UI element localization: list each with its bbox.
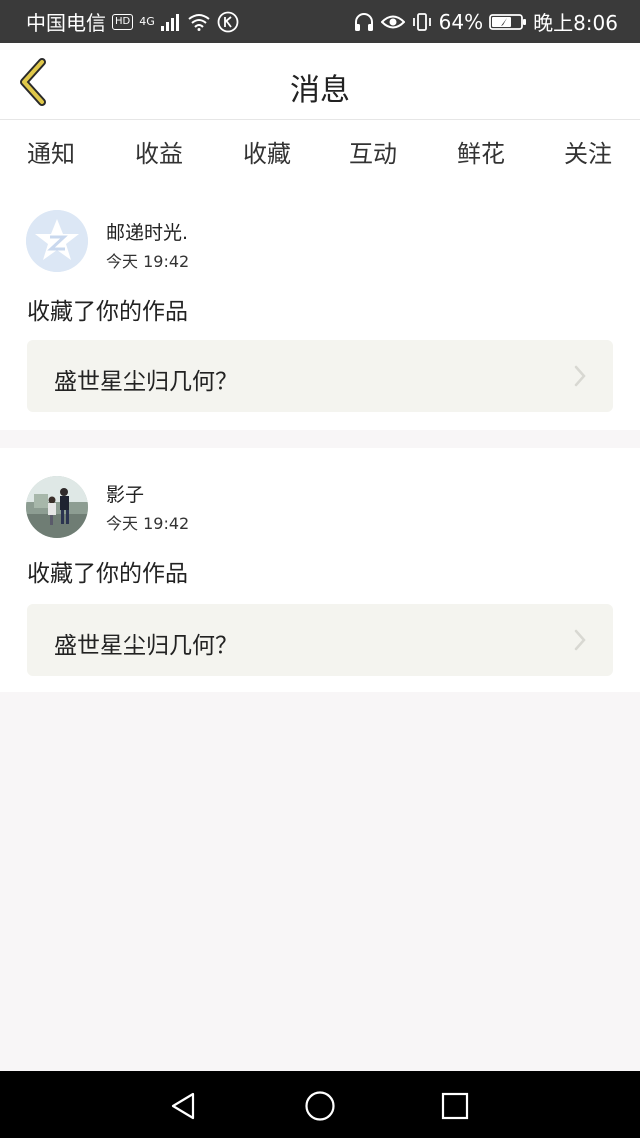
photo-avatar-icon <box>26 476 88 538</box>
chevron-right-icon <box>573 628 587 656</box>
action-text: 收藏了你的作品 <box>27 299 188 325</box>
tab-flowers[interactable]: 鲜花 <box>441 134 521 169</box>
network-type: 4G <box>139 15 155 28</box>
eye-icon <box>380 13 405 31</box>
battery-icon <box>489 13 527 31</box>
tab-interactions[interactable]: 互动 <box>333 134 413 169</box>
hd-badge: HD <box>112 13 134 30</box>
system-nav-bar <box>0 1071 640 1138</box>
timestamp: 今天 19:42 <box>106 514 190 533</box>
chevron-right-icon <box>573 364 587 392</box>
header-bar: 消息 <box>0 43 640 120</box>
timestamp: 今天 19:42 <box>106 252 190 271</box>
work-link[interactable]: 盛世星尘归几何？ <box>27 340 613 412</box>
username[interactable]: 邮递时光. <box>106 218 188 245</box>
wifi-icon <box>187 13 211 31</box>
tab-favorites[interactable]: 收藏 <box>227 134 307 190</box>
tab-favorites-label: 收藏 <box>243 140 291 168</box>
vibrate-icon <box>411 11 433 33</box>
tab-following[interactable]: 关注 <box>548 134 628 169</box>
back-triangle-icon[interactable] <box>166 1089 200 1123</box>
status-left: 中国电信 HD 4G <box>26 7 239 36</box>
message-card: 影子 今天 19:42 收藏了你的作品 盛世星尘归几何？ <box>0 448 640 692</box>
home-circle-icon[interactable] <box>303 1089 337 1123</box>
k-app-icon <box>217 11 239 33</box>
tab-notifications[interactable]: 通知 <box>11 134 91 169</box>
clock: 晚上8:06 <box>533 11 618 35</box>
action-text: 收藏了你的作品 <box>27 561 188 587</box>
signal-icon <box>160 13 181 31</box>
message-card: 邮递时光. 今天 19:42 收藏了你的作品 盛世星尘归几何？ <box>0 186 640 430</box>
work-title: 盛世星尘归几何？ <box>54 369 238 395</box>
avatar[interactable] <box>26 476 88 538</box>
recents-square-icon[interactable] <box>438 1089 472 1123</box>
tab-earnings[interactable]: 收益 <box>119 134 199 169</box>
work-title: 盛世星尘归几何？ <box>54 633 238 659</box>
tab-bar: 通知 收益 收藏 互动 鲜花 关注 <box>0 120 640 190</box>
star-logo-icon <box>26 210 88 272</box>
battery-percent: 64% <box>438 9 484 34</box>
carrier-name: 中国电信 <box>26 11 106 35</box>
status-bar: 中国电信 HD 4G 64% 晚上8:06 <box>0 0 640 43</box>
page-title: 消息 <box>290 73 350 108</box>
avatar[interactable] <box>26 210 88 272</box>
headphones-icon <box>353 12 375 32</box>
status-right: 64% 晚上8:06 <box>353 7 618 36</box>
username[interactable]: 影子 <box>106 480 144 507</box>
work-link[interactable]: 盛世星尘归几何？ <box>27 604 613 676</box>
